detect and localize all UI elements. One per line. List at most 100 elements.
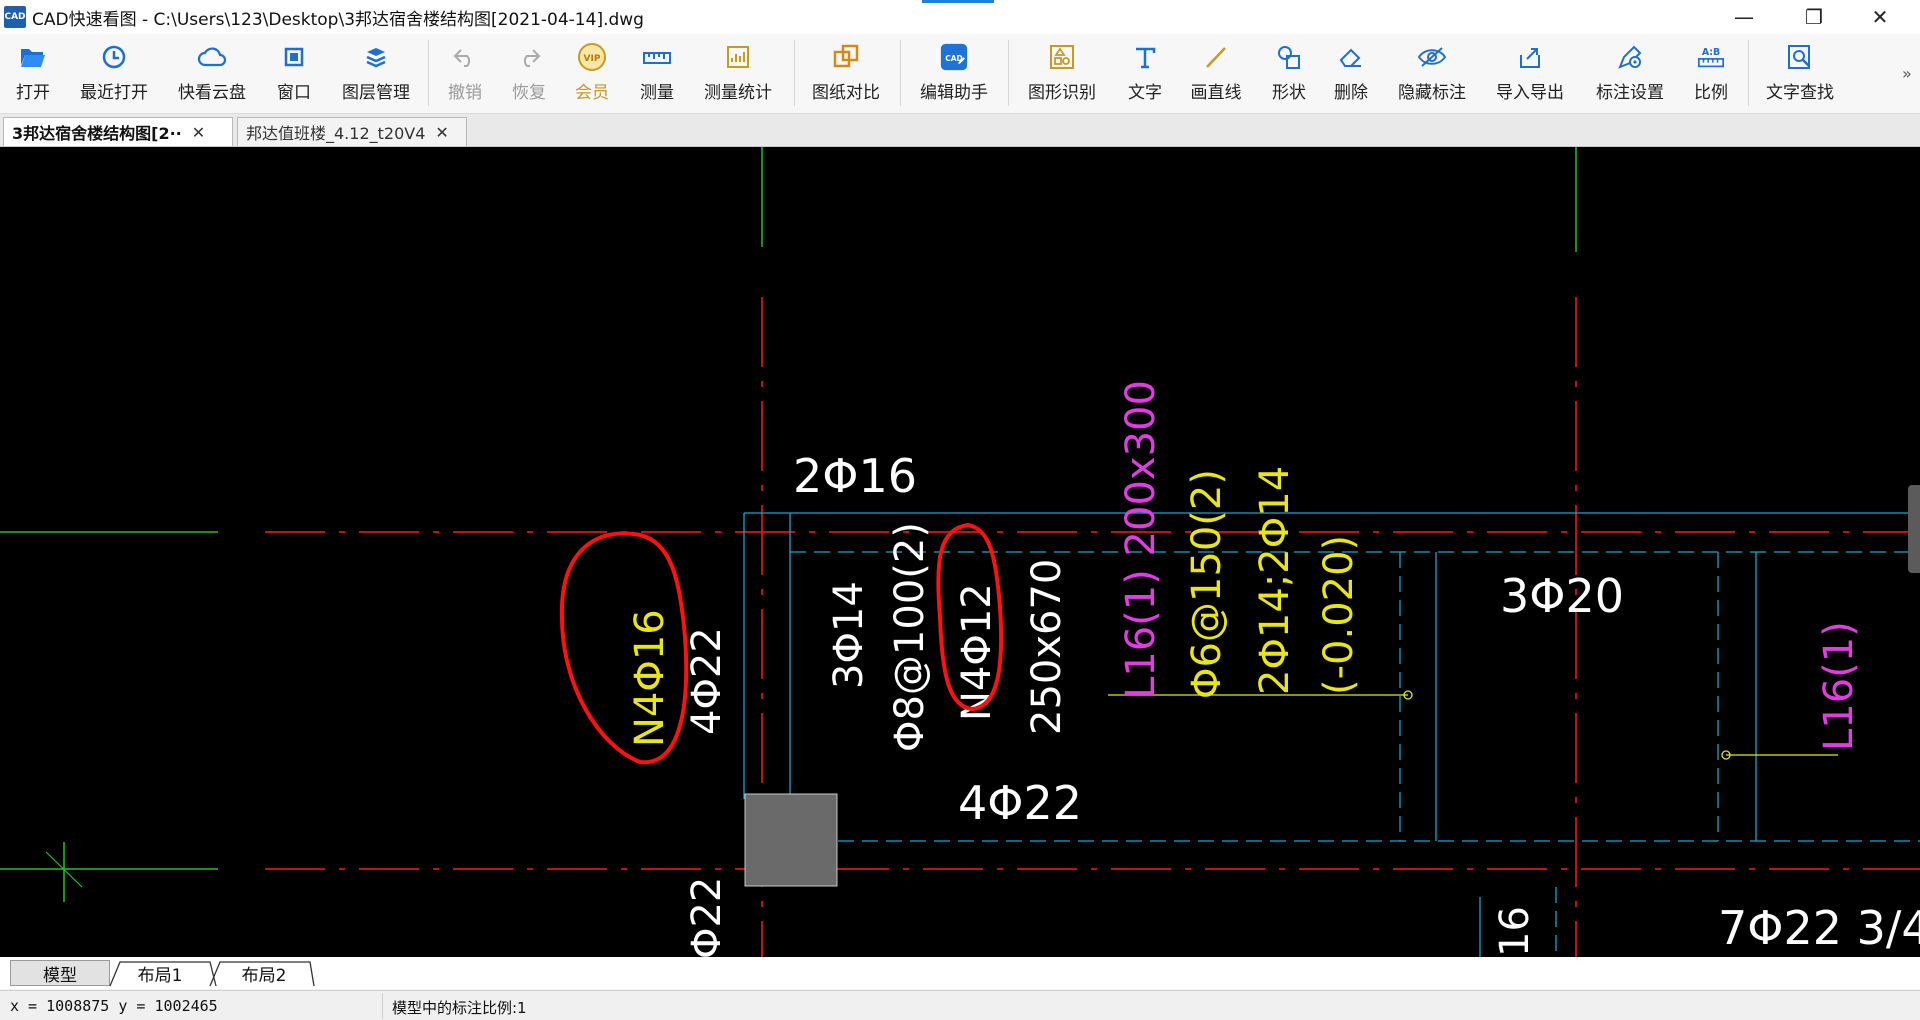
- open-label: 打开: [16, 83, 50, 103]
- main-toolbar: 打开 最近打开 快看云盘 窗口 图层管理 撤销 恢复 VIP 会员 测量 测量统…: [0, 34, 1920, 114]
- restore-button[interactable]: ❐: [1784, 0, 1844, 34]
- text-label: 文字: [1128, 83, 1162, 103]
- close-tab-icon[interactable]: ✕: [192, 123, 205, 142]
- cad-drawing[interactable]: 2Φ16 N4Φ16 4Φ22 3Φ14 Φ8@100(2) N4Φ12 250…: [0, 147, 1920, 957]
- layer-manager-button[interactable]: 图层管理: [340, 42, 412, 108]
- shape-icon: [1274, 42, 1304, 72]
- scale-icon: A:B: [1696, 42, 1726, 72]
- svg-text:A:B: A:B: [1702, 47, 1720, 58]
- minimize-button[interactable]: —: [1714, 0, 1774, 34]
- window-button[interactable]: 窗口: [276, 42, 312, 108]
- rebar-label: Φ22: [684, 877, 730, 957]
- text-button[interactable]: 文字: [1126, 42, 1164, 108]
- rebar-label: 7Φ22 3/4: [1718, 901, 1920, 955]
- redo-button[interactable]: 恢复: [510, 42, 548, 108]
- stirrup-label: Φ8@100(2): [887, 522, 933, 752]
- edit-assistant-button[interactable]: CAD 编辑助手: [918, 42, 990, 108]
- tab-layout2[interactable]: 布局2: [222, 960, 306, 986]
- svg-text:VIP: VIP: [584, 54, 601, 64]
- document-tab-label: 3邦达宿舍楼结构图[2··: [12, 124, 182, 143]
- window-title: CAD快速看图 - C:\Users\123\Desktop\3邦达宿舍楼结构图…: [32, 9, 644, 30]
- measure-stats-icon: [723, 42, 753, 72]
- cloud-drive-button[interactable]: 快看云盘: [176, 42, 248, 108]
- recent-open-button[interactable]: 最近打开: [78, 42, 150, 108]
- rebar-label: 2Φ16: [793, 449, 917, 503]
- scale-label: 比例: [1694, 83, 1728, 103]
- vertical-scroll-handle[interactable]: [1908, 485, 1920, 573]
- annotation-settings-label: 标注设置: [1596, 83, 1664, 103]
- undo-button[interactable]: 撤销: [446, 42, 484, 108]
- measure-stats-button[interactable]: 测量统计: [702, 42, 774, 108]
- rebar-label: 4Φ22: [958, 776, 1082, 830]
- edit-assistant-icon: CAD: [939, 42, 969, 72]
- cursor-coordinates: x = 1008875 y = 1002465: [10, 997, 218, 1015]
- folder-open-icon: [18, 42, 48, 72]
- beam-name-label: L16(1): [1816, 621, 1862, 751]
- shape-recognize-icon: [1047, 42, 1077, 72]
- scale-button[interactable]: A:B 比例: [1692, 42, 1730, 108]
- import-export-button[interactable]: 导入导出: [1494, 42, 1566, 108]
- app-logo-icon: CAD: [4, 6, 26, 28]
- close-tab-icon[interactable]: ✕: [435, 123, 448, 142]
- toolbar-separator: [428, 40, 429, 106]
- toolbar-overflow-button[interactable]: »: [1902, 64, 1912, 83]
- shape-recognize-button[interactable]: 图形识别: [1026, 42, 1098, 108]
- shape-recognize-label: 图形识别: [1028, 83, 1096, 103]
- text-search-button[interactable]: 文字查找: [1764, 42, 1836, 108]
- document-tab-active[interactable]: 3邦达宿舍楼结构图[2·· ✕: [3, 117, 233, 146]
- drawing-compare-label: 图纸对比: [812, 83, 880, 103]
- hide-annotation-button[interactable]: 隐藏标注: [1396, 42, 1468, 108]
- vip-label: 会员: [575, 83, 609, 103]
- tab-model[interactable]: 模型: [10, 960, 110, 986]
- toolbar-separator: [900, 40, 901, 106]
- shape-button[interactable]: 形状: [1270, 42, 1308, 108]
- beam-name-label: L16(1) 200x300: [1118, 380, 1164, 699]
- title-bar: CAD CAD快速看图 - C:\Users\123\Desktop\3邦达宿舍…: [0, 0, 1920, 34]
- edit-assistant-label: 编辑助手: [920, 83, 988, 103]
- delete-button[interactable]: 删除: [1332, 42, 1370, 108]
- measure-button[interactable]: 测量: [638, 42, 676, 108]
- layers-icon: [361, 42, 391, 72]
- redo-label: 恢复: [512, 83, 546, 103]
- toolbar-separator: [1748, 40, 1749, 106]
- status-bar: x = 1008875 y = 1002465 模型中的标注比例:1: [0, 990, 1920, 1020]
- beam-size-label: 250x670: [1024, 559, 1070, 735]
- delete-label: 删除: [1334, 83, 1368, 103]
- eye-hidden-icon: [1417, 42, 1447, 72]
- layout-tab-bar: 模型 布局1 布局2: [0, 957, 1920, 989]
- hide-annotation-label: 隐藏标注: [1398, 83, 1466, 103]
- window-icon: [279, 42, 309, 72]
- window-label: 窗口: [277, 83, 311, 103]
- document-tab-bar: 3邦达宿舍楼结构图[2·· ✕ 邦达值班楼_4.12_t20V4 ✕: [0, 114, 1920, 147]
- rebar-label: 2Φ14;2Φ14: [1252, 466, 1298, 695]
- status-separator: [382, 993, 383, 1019]
- rebar-label-highlighted: N4Φ16: [627, 609, 673, 747]
- measure-label: 测量: [640, 83, 674, 103]
- close-button[interactable]: ✕: [1850, 0, 1910, 34]
- cloud-icon: [197, 42, 227, 72]
- open-button[interactable]: 打开: [12, 42, 54, 108]
- rebar-label: 3Φ14: [826, 581, 872, 689]
- column-block: [744, 793, 838, 887]
- drawing-compare-button[interactable]: 图纸对比: [810, 42, 882, 108]
- drawing-canvas[interactable]: 2Φ16 N4Φ16 4Φ22 3Φ14 Φ8@100(2) N4Φ12 250…: [0, 147, 1920, 957]
- undo-icon: [450, 42, 480, 72]
- rebar-label-highlighted: N4Φ12: [954, 583, 1000, 721]
- vip-icon: VIP: [577, 42, 607, 72]
- document-tab[interactable]: 邦达值班楼_4.12_t20V4 ✕: [237, 117, 467, 146]
- import-export-label: 导入导出: [1496, 83, 1564, 103]
- draw-line-button[interactable]: 画直线: [1188, 42, 1244, 108]
- draw-line-label: 画直线: [1190, 83, 1242, 103]
- annotation-settings-icon: [1615, 42, 1645, 72]
- ruler-icon: [642, 42, 672, 72]
- annotation-scale-status: 模型中的标注比例:1: [392, 999, 527, 1017]
- stirrup-label: Φ6@150(2): [1184, 469, 1230, 699]
- text-search-icon: [1785, 42, 1815, 72]
- undo-label: 撤销: [448, 83, 482, 103]
- toolbar-separator: [1008, 40, 1009, 106]
- title-accent-bar: [922, 0, 994, 3]
- vip-button[interactable]: VIP 会员: [573, 42, 611, 108]
- annotation-settings-button[interactable]: 标注设置: [1594, 42, 1666, 108]
- compare-icon: [831, 42, 861, 72]
- tab-layout1[interactable]: 布局1: [118, 960, 202, 986]
